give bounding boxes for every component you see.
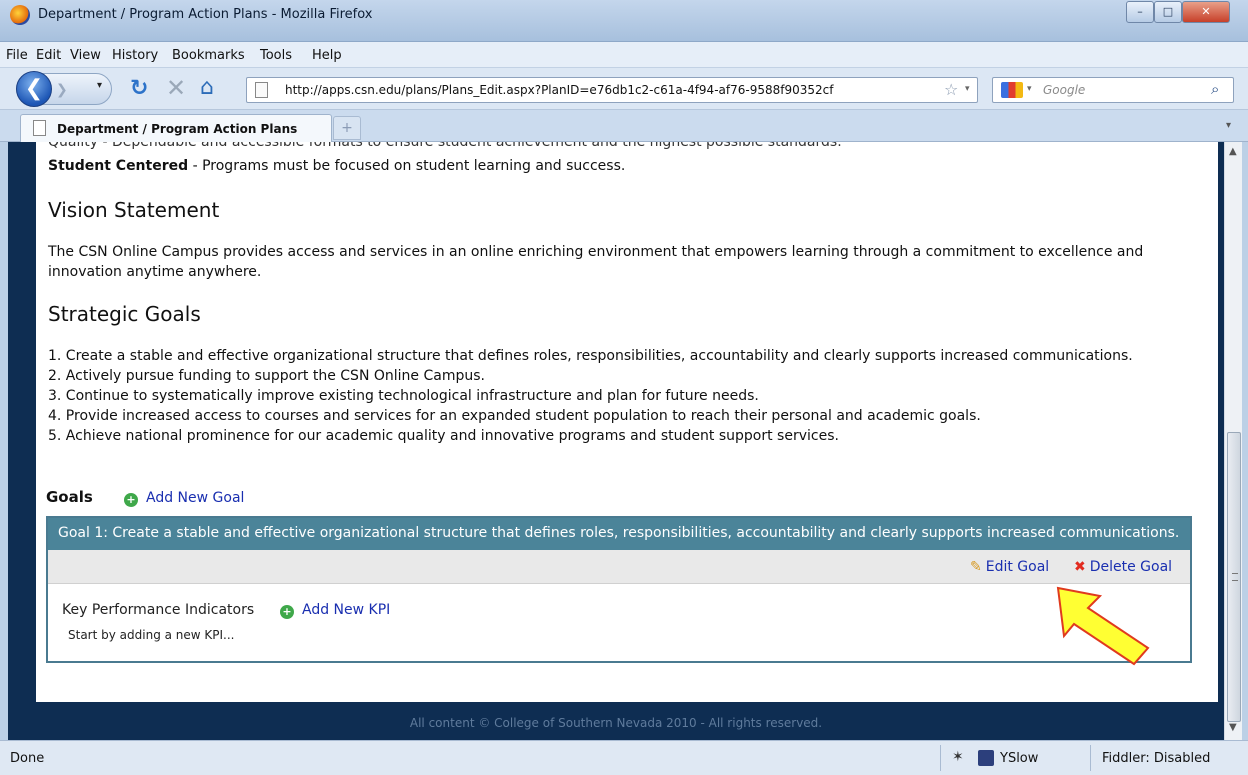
delete-icon: ✖ xyxy=(1074,559,1086,575)
navigation-toolbar: ❮ ❯ ▾ ↻ ✕ ⌂ http://apps.csn.edu/plans/Pl… xyxy=(0,68,1248,110)
url-text[interactable]: http://apps.csn.edu/plans/Plans_Edit.asp… xyxy=(285,83,833,97)
scroll-up-icon[interactable]: ▲ xyxy=(1229,146,1237,157)
strategic-goal-item: 5. Achieve national prominence for our a… xyxy=(48,428,839,444)
search-placeholder[interactable]: Google xyxy=(1043,83,1085,97)
tab-bar: Department / Program Action Plans + ▾ xyxy=(0,110,1248,142)
menu-file[interactable]: File xyxy=(6,48,28,63)
goal-actions-bar: ✎ Edit Goal ✖ Delete Goal xyxy=(48,550,1190,584)
menu-bar: File Edit View History Bookmarks Tools H… xyxy=(0,42,1248,68)
back-button[interactable]: ❮ xyxy=(16,71,52,107)
strategic-goal-item: 2. Actively pursue funding to support th… xyxy=(48,368,485,384)
home-icon[interactable]: ⌂ xyxy=(200,75,214,100)
window-title-bar: Department / Program Action Plans - Mozi… xyxy=(0,0,1248,42)
vision-title: Vision Statement xyxy=(48,198,220,222)
menu-bookmarks[interactable]: Bookmarks xyxy=(172,48,245,63)
reload-icon[interactable]: ↻ xyxy=(130,76,148,101)
arrow-shape xyxy=(1056,586,1150,666)
minimize-button[interactable]: – xyxy=(1126,1,1154,23)
vertical-scrollbar[interactable]: ▲ ▼ xyxy=(1224,142,1242,740)
status-text: Done xyxy=(10,751,45,766)
strategic-goal-item: 4. Provide increased access to courses a… xyxy=(48,408,981,424)
add-new-goal-link[interactable]: + Add New Goal xyxy=(124,490,244,507)
search-bar[interactable]: ▾ Google ⌕ xyxy=(992,77,1234,103)
firefox-icon xyxy=(10,5,30,25)
annotation-arrow-icon xyxy=(1056,586,1150,666)
menu-history[interactable]: History xyxy=(112,48,158,63)
history-dropdown-icon[interactable]: ▾ xyxy=(97,80,102,91)
yslow-icon[interactable] xyxy=(978,750,994,766)
add-new-kpi-link[interactable]: + Add New KPI xyxy=(280,602,390,619)
maximize-button[interactable]: □ xyxy=(1154,1,1182,23)
firebug-icon[interactable]: ✶ xyxy=(952,749,964,765)
page-footer: All content © College of Southern Nevada… xyxy=(409,716,823,730)
kpi-empty-message: Start by adding a new KPI... xyxy=(68,628,235,642)
vision-text-1: The CSN Online Campus provides access an… xyxy=(48,244,1144,260)
page-viewport: Quality - Dependable and accessible form… xyxy=(8,142,1224,740)
tab-action-plans[interactable]: Department / Program Action Plans xyxy=(20,114,332,142)
menu-view[interactable]: View xyxy=(70,48,101,63)
add-icon: + xyxy=(124,493,138,507)
menu-edit[interactable]: Edit xyxy=(36,48,61,63)
window-title: Department / Program Action Plans - Mozi… xyxy=(38,7,373,22)
goal-card: Goal 1: Create a stable and effective or… xyxy=(46,516,1192,663)
edit-goal-link[interactable]: ✎ Edit Goal xyxy=(970,559,1049,575)
status-separator xyxy=(1090,745,1091,771)
strategic-goals-list: 1. Create a stable and effective organiz… xyxy=(48,346,1133,446)
document-icon xyxy=(33,120,46,136)
delete-goal-link[interactable]: ✖ Delete Goal xyxy=(1074,559,1172,575)
values-partial-line: Quality - Dependable and accessible form… xyxy=(48,142,842,150)
status-separator xyxy=(940,745,941,771)
page-icon xyxy=(255,82,268,98)
strategic-goals-title: Strategic Goals xyxy=(48,302,201,326)
bookmark-star-icon[interactable]: ☆ xyxy=(944,80,958,99)
grip-icon xyxy=(1232,573,1238,581)
tab-label: Department / Program Action Plans xyxy=(57,122,298,136)
forward-button[interactable]: ❯ xyxy=(56,80,76,100)
tab-list-icon[interactable]: ▾ xyxy=(1226,120,1231,131)
vision-text-2: innovation anytime anywhere. xyxy=(48,264,262,280)
strategic-goal-item: 1. Create a stable and effective organiz… xyxy=(48,348,1133,364)
search-engine-dropdown-icon[interactable]: ▾ xyxy=(1027,84,1032,94)
add-icon: + xyxy=(280,605,294,619)
goals-heading: Goals xyxy=(46,488,93,506)
student-centered-line: Student Centered - Programs must be focu… xyxy=(48,158,625,174)
search-engine-icon[interactable] xyxy=(1001,82,1023,98)
pencil-icon: ✎ xyxy=(970,559,982,575)
kpi-label: Key Performance Indicators xyxy=(62,602,255,618)
url-bar[interactable]: http://apps.csn.edu/plans/Plans_Edit.asp… xyxy=(246,77,978,103)
fiddler-status[interactable]: Fiddler: Disabled xyxy=(1102,751,1210,766)
yslow-label[interactable]: YSlow xyxy=(1000,751,1038,766)
close-button[interactable]: ✕ xyxy=(1182,1,1230,23)
status-bar: Done ✶ YSlow Fiddler: Disabled xyxy=(0,740,1248,775)
strategic-goal-item: 3. Continue to systematically improve ex… xyxy=(48,388,759,404)
student-centered-label: Student Centered xyxy=(48,158,189,174)
scroll-down-icon[interactable]: ▼ xyxy=(1229,722,1237,733)
menu-tools[interactable]: Tools xyxy=(260,48,292,63)
goal-header: Goal 1: Create a stable and effective or… xyxy=(48,518,1190,550)
stop-icon[interactable]: ✕ xyxy=(166,74,186,102)
scroll-thumb[interactable] xyxy=(1227,432,1241,722)
content-panel: Quality - Dependable and accessible form… xyxy=(36,142,1218,702)
student-centered-text: - Programs must be focused on student le… xyxy=(188,158,626,174)
search-icon[interactable]: ⌕ xyxy=(1211,80,1219,98)
menu-help[interactable]: Help xyxy=(312,48,342,63)
url-dropdown-icon[interactable]: ▾ xyxy=(965,84,970,94)
new-tab-button[interactable]: + xyxy=(333,116,361,140)
